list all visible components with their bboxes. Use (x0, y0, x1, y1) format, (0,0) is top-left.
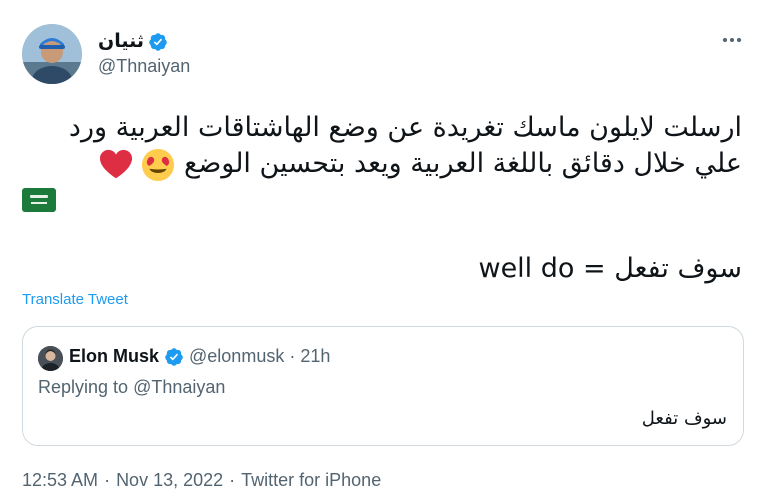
quoted-tweet-text: سوف تفعل (641, 408, 727, 429)
separator-dot: · (289, 346, 296, 366)
separator-dot: · (229, 470, 236, 490)
replying-prefix: Replying to (38, 377, 129, 397)
tweet-text-line-2-text: علي خلال دقائق باللغة العربية ويعد بتحسي… (183, 148, 742, 179)
quoted-tweet[interactable]: Elon Musk @elonmusk · 21h Replying to @T… (22, 326, 744, 446)
tweet-text-line-3: سوف تفعل = well do (478, 253, 742, 284)
avatar-photo-icon (38, 346, 63, 371)
avatar-photo-icon (22, 24, 82, 84)
author-display-name[interactable]: ثنيان (98, 30, 144, 53)
verified-badge-icon (149, 32, 167, 51)
translate-tweet-link[interactable]: Translate Tweet (22, 291, 128, 308)
saudi-flag-icon (22, 188, 56, 212)
tweet-text-line-1: ارسلت لايلون ماسك تغريدة عن وضع الهاشتاق… (68, 112, 742, 143)
tweet-date[interactable]: Nov 13, 2022 (116, 470, 223, 491)
red-heart-emoji-icon (99, 149, 132, 178)
author-avatar[interactable] (22, 24, 82, 84)
more-options-button[interactable] (720, 28, 744, 52)
quoted-header: Elon Musk @elonmusk · 21h (69, 346, 330, 367)
tweet: ثنيان @Thnaiyan ارسلت لايلون ماسك تغريدة… (0, 0, 768, 500)
verified-badge-icon (165, 347, 183, 366)
more-dot-icon (737, 38, 741, 42)
tweet-text-line-flag (22, 182, 742, 218)
quoted-timestamp[interactable]: 21h (300, 346, 330, 367)
separator-dot: · (104, 470, 111, 490)
quoted-author-handle[interactable]: @elonmusk (189, 346, 284, 367)
tweet-source[interactable]: Twitter for iPhone (241, 470, 381, 491)
heart-eyes-emoji-icon (142, 148, 175, 181)
tweet-text: ارسلت لايلون ماسك تغريدة عن وضع الهاشتاق… (22, 110, 742, 218)
author-name-row[interactable]: ثنيان (98, 30, 168, 53)
quoted-author-avatar[interactable] (38, 346, 63, 371)
tweet-metadata: 12:53 AM · Nov 13, 2022 · Twitter for iP… (22, 470, 381, 491)
tweet-text-line-2: علي خلال دقائق باللغة العربية ويعد بتحسي… (22, 146, 742, 182)
quoted-author-name[interactable]: Elon Musk (69, 346, 159, 367)
more-dot-icon (723, 38, 727, 42)
replying-to-mention[interactable]: @Thnaiyan (133, 377, 225, 397)
tweet-time[interactable]: 12:53 AM (22, 470, 98, 491)
more-dot-icon (730, 38, 734, 42)
replying-to: Replying to @Thnaiyan (38, 377, 225, 398)
author-handle[interactable]: @Thnaiyan (98, 56, 190, 77)
